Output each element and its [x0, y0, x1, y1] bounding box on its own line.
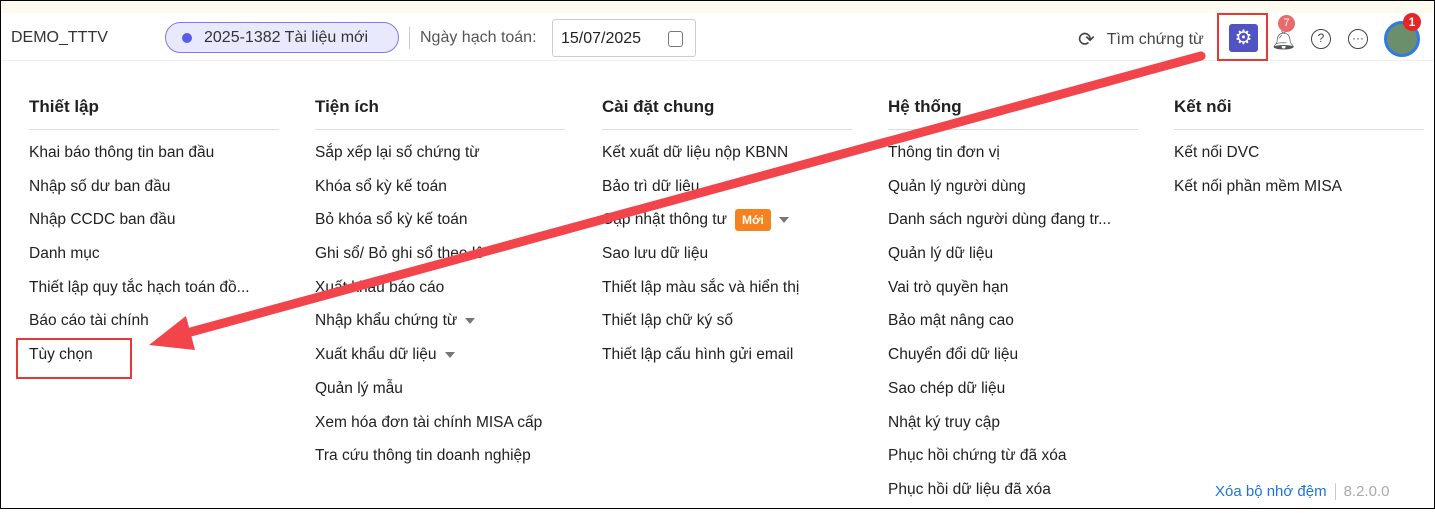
- annotation-arrow: [149, 51, 1206, 350]
